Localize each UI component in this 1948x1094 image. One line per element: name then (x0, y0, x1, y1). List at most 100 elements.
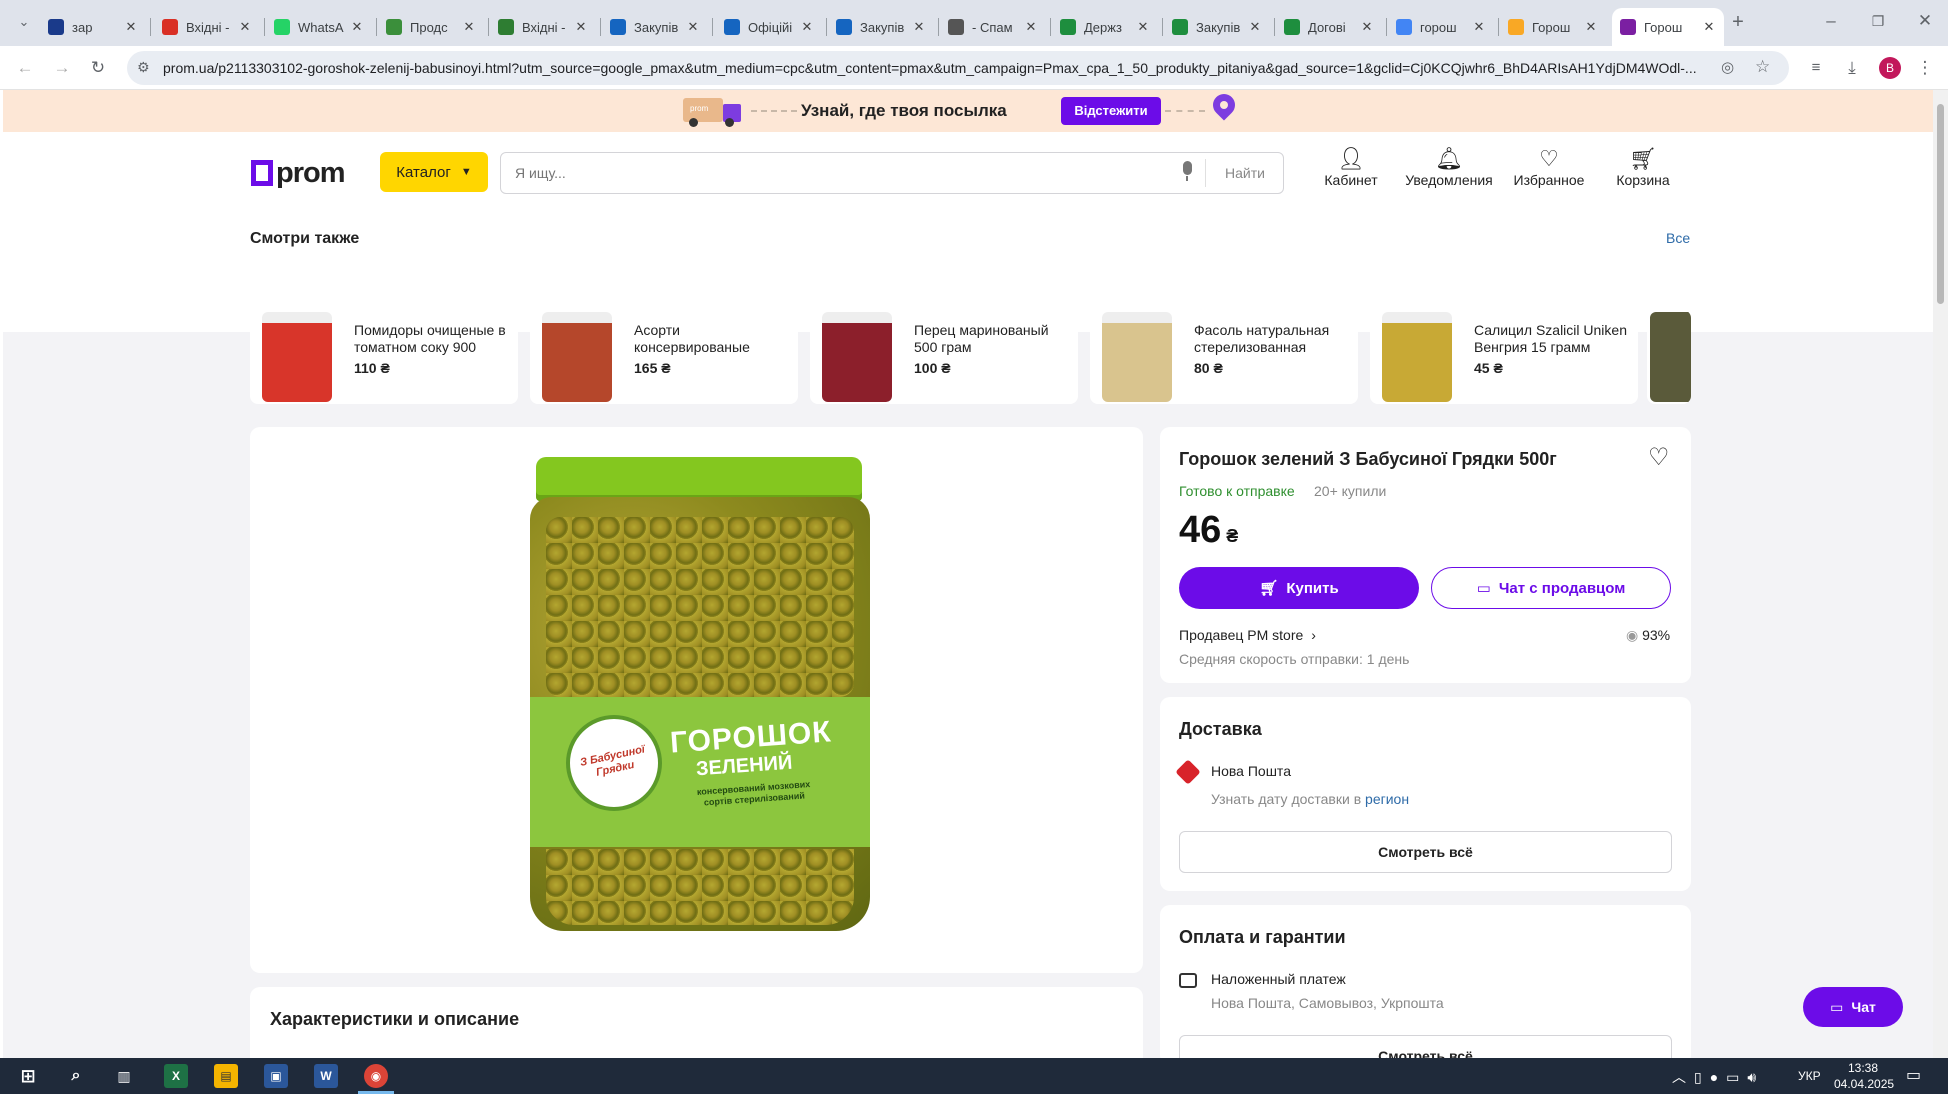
chat-seller-button[interactable]: ▭ Чат с продавцом (1431, 567, 1671, 609)
taskbar-search-icon[interactable]: ⌕ (64, 1064, 88, 1088)
excel-icon[interactable]: X (164, 1064, 188, 1088)
region-link[interactable]: регион (1365, 791, 1409, 807)
close-tab-icon[interactable]: ✕ (912, 19, 926, 35)
prom-logo[interactable]: prom (251, 156, 345, 190)
close-tab-icon[interactable]: ✕ (124, 19, 138, 35)
product-image[interactable]: З Бабусиної Грядки ГОРОШОК ЗЕЛЕНИЙ консе… (530, 457, 870, 937)
search-box[interactable]: Найти (500, 152, 1284, 194)
catalog-button[interactable]: Каталог ▼ (380, 152, 488, 192)
new-tab-button[interactable]: + (1728, 12, 1748, 32)
related-item-partial[interactable] (1647, 310, 1691, 404)
close-tab-icon[interactable]: ✕ (1702, 19, 1716, 35)
save-app-icon[interactable]: ▣ (264, 1064, 288, 1088)
browser-tab[interactable]: горош ✕ (1388, 8, 1494, 46)
promo-banner[interactable]: prom Узнай, где твоя посылка Відстежити (3, 90, 1933, 132)
close-window-button[interactable]: ✕ (1915, 11, 1935, 31)
browser-tab[interactable]: Закупів ✕ (602, 8, 708, 46)
page-scrollbar[interactable] (1933, 90, 1948, 1058)
close-tab-icon[interactable]: ✕ (1136, 19, 1150, 35)
file-explorer-icon[interactable]: ▤ (214, 1064, 238, 1088)
minimize-button[interactable]: – (1821, 11, 1841, 31)
word-icon[interactable]: W (314, 1064, 338, 1088)
related-all-link[interactable]: Все (1666, 230, 1690, 246)
browser-tab[interactable]: - Спам ✕ (940, 8, 1046, 46)
windows-start-icon[interactable]: ⊞ (16, 1064, 40, 1088)
close-tab-icon[interactable]: ✕ (1360, 19, 1374, 35)
windows-taskbar: ⊞ ⌕ ▥ X ▤ ▣ W ◉ ︿▯●▭🔊︎ УКР 13:38 04.04.2… (0, 1058, 1948, 1094)
search-input[interactable] (515, 163, 1155, 183)
forward-icon[interactable]: → (52, 58, 72, 78)
browser-tab[interactable]: Закупів ✕ (828, 8, 934, 46)
restore-button[interactable]: ❐ (1868, 11, 1888, 31)
reload-icon[interactable]: ↻ (88, 58, 108, 78)
close-tab-icon[interactable]: ✕ (1472, 19, 1486, 35)
tab-label: - Спам (972, 19, 1013, 35)
related-product-card[interactable]: Асорти консервированые 165 ₴ (530, 310, 798, 404)
track-button[interactable]: Відстежити (1061, 97, 1161, 125)
address-bar[interactable]: ⚙ prom.ua/p2113303102-goroshok-zelenij-b… (127, 51, 1789, 85)
tray-icons[interactable]: ︿▯●▭🔊︎ (1672, 1067, 1764, 1087)
cabinet-link[interactable]: 👤︎ Кабинет (1314, 146, 1388, 188)
clock-time[interactable]: 13:38 (1848, 1061, 1878, 1075)
browser-tab[interactable]: Держз ✕ (1052, 8, 1158, 46)
chrome-icon[interactable]: ◉ (364, 1064, 388, 1088)
browser-tab[interactable]: зар ✕ (40, 8, 146, 46)
scrollbar-thumb[interactable] (1937, 104, 1944, 304)
favorites-link[interactable]: ♡ Избранное (1509, 146, 1589, 188)
browser-tab[interactable]: Догові ✕ (1276, 8, 1382, 46)
browser-tab[interactable]: Вхідні - ✕ (154, 8, 260, 46)
notifications-link[interactable]: 🔔︎ Уведомления (1401, 146, 1497, 188)
delivery-see-all-button[interactable]: Смотреть всё (1179, 831, 1672, 873)
seller-link[interactable]: Продавец PM store › (1179, 627, 1316, 643)
prozorro-icon (610, 19, 626, 35)
search-button[interactable]: Найти (1207, 153, 1283, 193)
close-tab-icon[interactable]: ✕ (800, 19, 814, 35)
cart-link[interactable]: 🛒︎ Корзина (1611, 146, 1675, 188)
media-icon[interactable]: ≡ (1806, 58, 1826, 78)
browser-tab[interactable]: Горош ✕ (1612, 8, 1724, 46)
related-product-card[interactable]: Салицил Szalicil Uniken Венгрия 15 грамм… (1370, 310, 1638, 404)
close-tab-icon[interactable]: ✕ (1248, 19, 1262, 35)
buy-button[interactable]: 🛒︎ Купить (1179, 567, 1419, 609)
clock-date[interactable]: 04.04.2025 (1834, 1077, 1894, 1091)
browser-tab[interactable]: Офіційі ✕ (716, 8, 822, 46)
tab-search-icon[interactable]: ⌄ (14, 12, 34, 32)
close-tab-icon[interactable]: ✕ (1584, 19, 1598, 35)
related-product-card[interactable]: Фасоль натуральная стерелизованная 80 ₴ (1090, 310, 1358, 404)
close-tab-icon[interactable]: ✕ (462, 19, 476, 35)
logo-square-icon (251, 160, 273, 186)
task-view-icon[interactable]: ▥ (112, 1064, 136, 1088)
price-value: 46 (1179, 509, 1222, 551)
close-tab-icon[interactable]: ✕ (238, 19, 252, 35)
payment-see-all-button[interactable]: Смотреть всё (1179, 1035, 1672, 1058)
site-header: prom Каталог ▼ Найти 👤︎ Кабинет 🔔︎ Уведо… (3, 132, 1933, 332)
related-product-price: 45 ₴ (1474, 360, 1503, 376)
related-product-card[interactable]: Перец маринованый 500 грам 100 ₴ (810, 310, 1078, 404)
browser-tab[interactable]: Продс ✕ (378, 8, 484, 46)
close-tab-icon[interactable]: ✕ (686, 19, 700, 35)
close-tab-icon[interactable]: ✕ (1024, 19, 1038, 35)
chat-icon: ▭ (1830, 998, 1844, 1015)
notification-center-icon[interactable]: ▭ (1906, 1065, 1921, 1085)
site-info-icon[interactable]: ⚙ (137, 59, 150, 76)
related-title: Смотри также (250, 230, 360, 247)
browser-tab[interactable]: Горош ✕ (1500, 8, 1606, 46)
profile-avatar[interactable]: B (1879, 57, 1901, 79)
browser-tab[interactable]: Вхідні - ✕ (490, 8, 596, 46)
favorite-heart-icon[interactable]: ♡ (1648, 443, 1670, 472)
currency: ₴ (1226, 526, 1239, 546)
bookmark-star-icon[interactable]: ☆ (1755, 57, 1770, 77)
browser-tab[interactable]: WhatsA ✕ (266, 8, 372, 46)
microphone-icon[interactable] (1181, 161, 1193, 183)
back-icon[interactable]: ← (15, 58, 35, 78)
related-product-card[interactable]: Помидоры очищеные в томатном соку 900 110… (250, 310, 518, 404)
keyboard-language[interactable]: УКР (1798, 1069, 1821, 1083)
close-tab-icon[interactable]: ✕ (350, 19, 364, 35)
chat-button[interactable]: ▭ Чат (1803, 987, 1903, 1027)
download-icon[interactable]: ⤓ (1842, 58, 1862, 78)
eye-off-icon[interactable]: ◎ (1721, 58, 1734, 76)
close-tab-icon[interactable]: ✕ (574, 19, 588, 35)
url-text[interactable]: prom.ua/p2113303102-goroshok-zelenij-bab… (163, 60, 1723, 76)
menu-kebab-icon[interactable]: ⋮ (1915, 58, 1935, 78)
browser-tab[interactable]: Закупів ✕ (1164, 8, 1270, 46)
